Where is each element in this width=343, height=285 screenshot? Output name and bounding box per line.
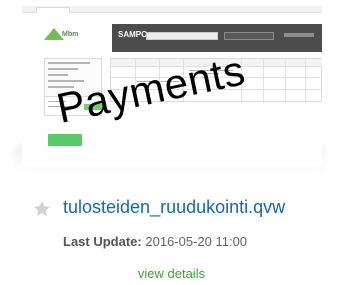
last-update-value: 2016-05-20 11:00 xyxy=(145,234,248,249)
last-update-label: Last Update: xyxy=(63,234,142,249)
star-icon[interactable] xyxy=(32,199,52,219)
document-title-link[interactable]: tulosteiden_ruudukointi.qvw xyxy=(63,197,285,218)
last-update-row: Last Update: 2016-05-20 11:00 xyxy=(63,234,247,249)
view-details-link[interactable]: view details xyxy=(0,266,343,281)
